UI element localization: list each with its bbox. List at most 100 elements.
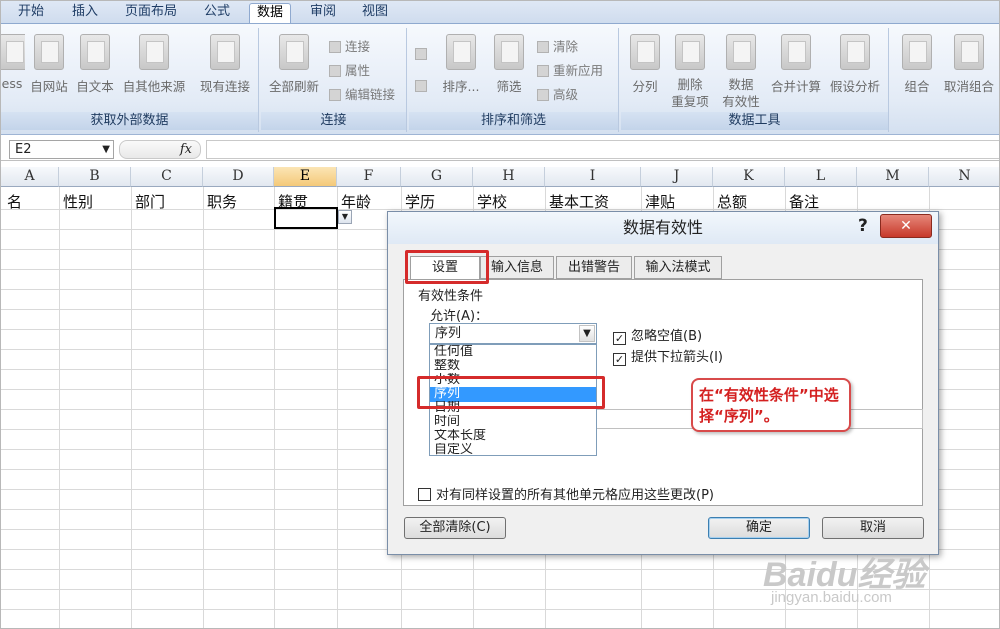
refresh-all-button[interactable]: 全部刷新 [265, 34, 323, 95]
edit-links-button[interactable]: 编辑链接 [329, 84, 395, 103]
dropdown-arrow-icon: ▼ [102, 144, 110, 155]
tab-input-message[interactable]: 输入信息 [480, 256, 554, 279]
apply-all-checkbox[interactable]: 对有同样设置的所有其他单元格应用这些更改(P) [418, 484, 714, 503]
allow-label: 允许(A)： [430, 309, 489, 324]
chain-icon [329, 89, 341, 101]
group-external-data: ess 自网站 自文本 自其他来源 现有连接 获取外部数据 [1, 28, 259, 132]
from-access-button[interactable]: ess [1, 34, 25, 91]
group-button[interactable]: 组合 [897, 34, 937, 95]
list-item[interactable]: 文本长度 [430, 429, 596, 444]
header-cell[interactable]: 总额 [717, 191, 747, 212]
chevron-down-icon[interactable]: ▼ [579, 325, 595, 342]
connections-icon [210, 34, 240, 70]
what-if-button[interactable]: 假设分析 [825, 34, 885, 95]
header-cell[interactable]: 津贴 [645, 191, 675, 212]
header-cell[interactable]: 性别 [63, 191, 93, 212]
properties-icon [329, 65, 341, 77]
formula-input[interactable] [206, 140, 999, 159]
header-cell[interactable]: 年龄 [341, 191, 371, 212]
sort-descending-icon [415, 80, 427, 92]
group-label: 连接 [261, 112, 406, 130]
column-header[interactable]: L [785, 167, 857, 187]
column-header[interactable]: N [929, 167, 999, 187]
ungroup-rows-icon [954, 34, 984, 70]
reapply-button[interactable]: 重新应用 [537, 60, 603, 79]
ungroup-button[interactable]: 取消组合 [939, 34, 999, 95]
existing-connections-button[interactable]: 现有连接 [195, 34, 255, 95]
help-icon[interactable]: ? [858, 216, 868, 236]
column-header[interactable]: E [274, 167, 337, 187]
header-cell[interactable]: 部门 [135, 191, 165, 212]
column-header[interactable]: B [59, 167, 131, 187]
tab-insert[interactable]: 插入 [67, 3, 103, 23]
checkmark-icon: ✓ [613, 332, 626, 345]
connections-button[interactable]: 连接 [329, 36, 370, 55]
formula-bar: E2 ▼ fx [1, 137, 999, 161]
name-box[interactable]: E2 ▼ [9, 140, 114, 159]
remove-duplicates-icon [675, 34, 705, 70]
column-header[interactable]: F [337, 167, 401, 187]
cancel-button[interactable]: 取消 [822, 517, 924, 539]
header-cell[interactable]: 基本工资 [549, 191, 609, 212]
list-item[interactable]: 时间 [430, 415, 596, 430]
column-header[interactable]: J [641, 167, 713, 187]
excel-window: 开始 插入 页面布局 公式 数据 审阅 视图 ess 自网站 自文本 自其他来源… [0, 0, 1000, 629]
other-sources-icon [139, 34, 169, 70]
column-header[interactable]: C [131, 167, 203, 187]
from-other-sources-button[interactable]: 自其他来源 [119, 34, 189, 95]
column-header[interactable]: M [857, 167, 929, 187]
list-item[interactable]: 自定义 [430, 443, 596, 458]
in-cell-dropdown-checkbox[interactable]: ✓ 提供下拉箭头(I) [613, 346, 723, 366]
list-item[interactable]: 整数 [430, 359, 596, 374]
ok-button[interactable]: 确定 [708, 517, 810, 539]
column-header[interactable]: D [203, 167, 274, 187]
header-cell[interactable]: 备注 [789, 191, 819, 212]
column-header[interactable]: I [545, 167, 641, 187]
group-label: 数据工具 [621, 112, 888, 130]
from-web-button[interactable]: 自网站 [27, 34, 71, 95]
ignore-blank-checkbox[interactable]: ✓ 忽略空值(B) [613, 325, 702, 345]
column-header[interactable]: A [1, 167, 59, 187]
column-header[interactable]: H [473, 167, 545, 187]
group-label: 排序和筛选 [409, 112, 618, 130]
clear-all-button[interactable]: 全部清除(C) [404, 517, 506, 539]
tab-view[interactable]: 视图 [357, 3, 393, 23]
consolidate-button[interactable]: 合并计算 [769, 34, 823, 95]
column-header[interactable]: K [713, 167, 785, 187]
clear-button[interactable]: 清除 [537, 36, 578, 55]
properties-button[interactable]: 属性 [329, 60, 370, 79]
sort-az-button[interactable] [415, 46, 431, 61]
active-cell-e2[interactable] [274, 207, 338, 229]
text-to-columns-button[interactable]: 分列 [625, 34, 665, 95]
sort-ascending-icon [415, 48, 427, 60]
remove-duplicates-button[interactable]: 删除 重复项 [667, 34, 713, 110]
group-outline: 组合 取消组合 [891, 28, 999, 132]
header-cell[interactable]: 职务 [207, 191, 237, 212]
dialog-title: 数据有效性 [388, 212, 938, 244]
allow-combobox[interactable]: 序列 ▼ [429, 323, 597, 344]
ribbon-tabs: 开始 插入 页面布局 公式 数据 审阅 视图 [1, 1, 999, 23]
header-cell[interactable]: 名 [7, 191, 22, 212]
group-sort-filter: 排序... 筛选 清除 重新应用 高级 排序和筛选 [409, 28, 619, 132]
sort-za-button[interactable] [415, 78, 431, 93]
column-header[interactable]: G [401, 167, 473, 187]
filter-button[interactable]: 筛选 [489, 34, 529, 95]
tab-review[interactable]: 审阅 [305, 3, 341, 23]
advanced-button[interactable]: 高级 [537, 84, 578, 103]
sort-button[interactable]: 排序... [439, 34, 483, 95]
database-icon [1, 34, 25, 70]
from-text-button[interactable]: 自文本 [73, 34, 117, 95]
tab-error-alert[interactable]: 出错警告 [556, 256, 632, 279]
list-item[interactable]: 任何值 [430, 345, 596, 360]
tab-formulas[interactable]: 公式 [197, 3, 237, 23]
tab-ime-mode[interactable]: 输入法模式 [634, 256, 722, 279]
tab-page-layout[interactable]: 页面布局 [119, 3, 183, 23]
header-cell[interactable]: 学历 [405, 191, 435, 212]
tab-data[interactable]: 数据 [249, 3, 291, 23]
cell-dropdown-icon[interactable]: ▼ [338, 210, 352, 224]
insert-function-icon[interactable]: fx [180, 142, 192, 157]
close-button[interactable]: ✕ [880, 214, 932, 238]
header-cell[interactable]: 学校 [477, 191, 507, 212]
data-validation-button[interactable]: 数据 有效性 [715, 34, 767, 110]
tab-home[interactable]: 开始 [9, 3, 53, 23]
